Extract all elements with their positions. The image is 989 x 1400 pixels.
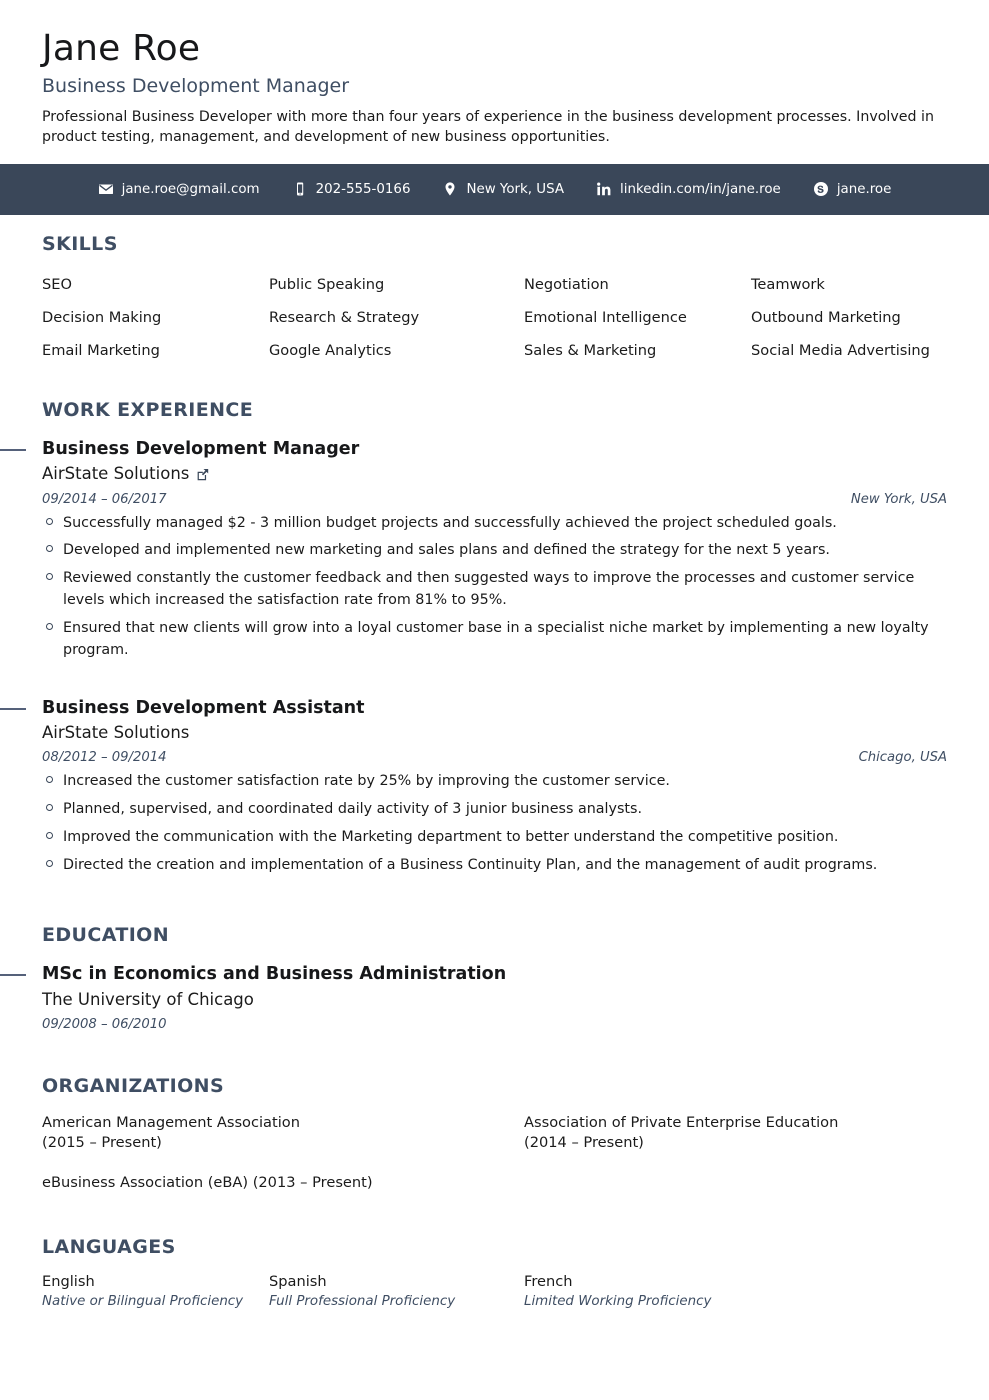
language-level: Native or Bilingual Proficiency [42,1293,244,1309]
work-bullet: Ensured that new clients will grow into … [42,618,947,662]
work-role: Business Development Assistant [42,697,365,718]
skill-item: Social Media Advertising [751,341,930,359]
professional-summary: Professional Business Developer with mor… [42,108,934,146]
contact-phone[interactable]: 202-555-0166 [276,181,427,197]
education-heading: EDUCATION [42,923,170,946]
work-bullets: Increased the customer satisfaction rate… [42,771,947,876]
work-dates: 08/2012 – 09/2014 [42,750,167,766]
skill-item: Email Marketing [42,341,160,359]
contact-bar: jane.roe@gmail.com 202-555-0166 New York… [0,163,989,215]
contact-location: New York, USA [426,181,580,197]
work-bullet: Increased the customer satisfaction rate… [42,771,947,793]
language-item: Spanish Full Professional Proficiency [269,1272,524,1311]
section-skills: SKILLS SEO Public Speaking Negotiation T… [42,215,947,367]
organization-item: eBusiness Association (eBA) (2013 – Pres… [42,1174,373,1192]
work-dates: 09/2014 – 06/2017 [42,491,167,507]
resume-body: SKILLS SEO Public Speaking Negotiation T… [0,215,989,1311]
section-organizations: ORGANIZATIONS American Management Associ… [42,1032,947,1194]
skill-item: Outbound Marketing [751,308,901,326]
section-languages: LANGUAGES English Native or Bilingual Pr… [42,1194,947,1311]
work-bullet: Successfully managed $2 - 3 million budg… [42,513,947,535]
education-dates: 09/2008 – 06/2010 [42,1016,167,1032]
candidate-job-title: Business Development Manager [42,74,350,97]
skill-item: Decision Making [42,308,162,326]
work-meta: 08/2012 – 09/2014 Chicago, USA [42,750,947,765]
linkedin-icon [596,181,612,197]
work-bullet: Planned, supervised, and coordinated dai… [42,799,947,821]
skill-item: Negotiation [524,275,609,293]
language-level: Limited Working Proficiency [524,1293,712,1309]
education-degree: MSc in Economics and Business Administra… [42,963,507,984]
education-entry: MSc in Economics and Business Administra… [0,963,947,1032]
skills-grid: SEO Public Speaking Negotiation Teamwork… [42,268,947,367]
work-bullets: Successfully managed $2 - 3 million budg… [42,513,947,662]
entry-dash-marker [0,448,26,451]
skill-item: Google Analytics [269,341,392,359]
candidate-name: Jane Roe [42,28,201,69]
work-company-name: AirState Solutions [42,723,190,743]
external-link-icon[interactable] [196,468,209,481]
languages-heading: LANGUAGES [42,1235,176,1258]
work-location: Chicago, USA [858,750,947,766]
resume-page: Jane Roe Business Development Manager Pr… [0,0,989,1400]
contact-email[interactable]: jane.roe@gmail.com [82,181,276,197]
map-pin-icon [442,181,458,197]
languages-grid: English Native or Bilingual Proficiency … [42,1272,947,1311]
work-location: New York, USA [850,491,947,507]
work-entry: Business Development Assistant AirState … [0,697,947,877]
work-company: AirState Solutions [42,721,947,744]
education-school: The University of Chicago [42,989,254,1009]
resume-header: Jane Roe Business Development Manager Pr… [0,0,989,148]
organization-item: American Management Association (2015 – … [42,1113,300,1152]
organizations-grid: American Management Association (2015 – … [42,1113,947,1194]
language-name: English [42,1272,95,1290]
skill-item: Teamwork [751,275,825,293]
skill-item: Research & Strategy [269,308,420,326]
entry-dash-marker [0,973,26,976]
envelope-icon [98,181,114,197]
skills-heading: SKILLS [42,232,118,255]
contact-phone-text: 202-555-0166 [315,181,411,197]
work-experience-heading: WORK EXPERIENCE [42,398,254,421]
language-item: French Limited Working Proficiency [524,1272,947,1311]
work-bullet: Directed the creation and implementation… [42,855,947,877]
skill-item: Sales & Marketing [524,341,657,359]
entry-dash-marker [0,707,26,710]
skill-item: SEO [42,275,72,293]
work-company: AirState Solutions [42,462,947,485]
skill-item: Emotional Intelligence [524,308,687,326]
work-company-name: AirState Solutions [42,464,190,484]
section-education: EDUCATION MSc in Economics and Business … [0,883,947,1032]
language-name: French [524,1272,573,1290]
language-level: Full Professional Proficiency [269,1293,456,1309]
contact-linkedin[interactable]: linkedin.com/in/jane.roe [580,181,797,197]
work-bullet: Developed and implemented new marketing … [42,540,947,562]
mobile-phone-icon [292,181,308,197]
contact-email-text: jane.roe@gmail.com [121,181,260,197]
work-role: Business Development Manager [42,438,360,459]
skill-item: Public Speaking [269,275,385,293]
language-item: English Native or Bilingual Proficiency [42,1272,269,1311]
work-entry: Business Development Manager AirState So… [0,438,947,662]
contact-skype-text: jane.roe [836,181,892,197]
contact-skype[interactable]: jane.roe [797,181,908,197]
work-bullet: Improved the communication with the Mark… [42,827,947,849]
contact-location-text: New York, USA [466,181,565,197]
work-meta: 09/2014 – 06/2017 New York, USA [42,492,947,507]
work-bullet: Reviewed constantly the customer feedbac… [42,568,947,612]
contact-linkedin-text: linkedin.com/in/jane.roe [620,181,781,197]
organizations-heading: ORGANIZATIONS [42,1074,225,1097]
language-name: Spanish [269,1272,327,1290]
section-work-experience: WORK EXPERIENCE Business Development Man… [0,367,947,877]
skype-icon [813,181,829,197]
organization-item: Association of Private Enterprise Educat… [524,1113,839,1152]
